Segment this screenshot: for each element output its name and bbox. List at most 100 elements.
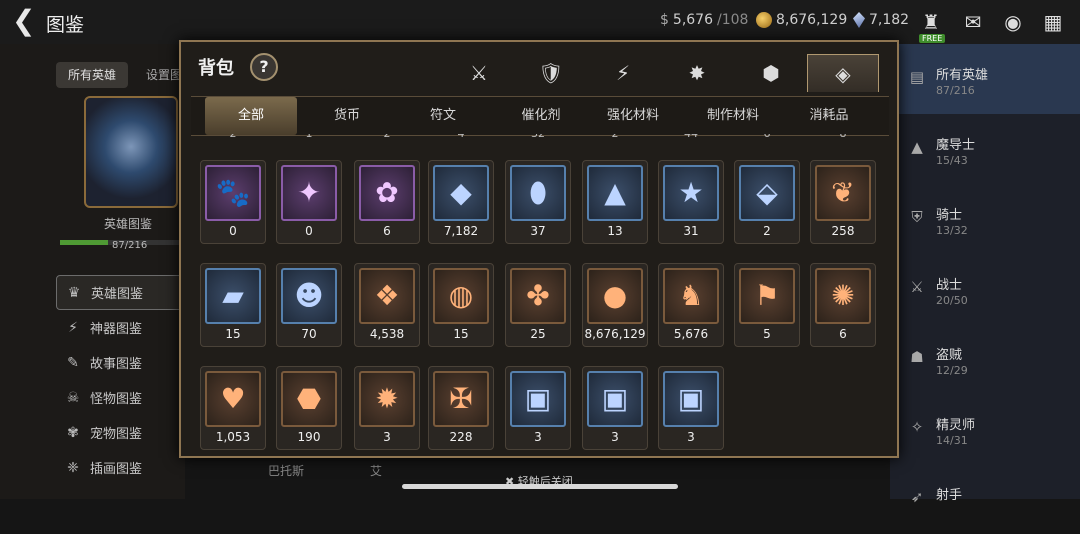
warrior-icon: ⚔ bbox=[910, 278, 924, 296]
inventory-item-knight-piece[interactable]: ♞ 5,676 bbox=[658, 263, 724, 347]
inventory-item-clover[interactable]: ✤ 25 bbox=[505, 263, 571, 347]
inventory-item-hex-emblem[interactable]: ⬣ 190 bbox=[276, 366, 342, 450]
left-menu-item[interactable]: ⚡ 神器图鉴 bbox=[56, 310, 186, 345]
help-button[interactable]: ? bbox=[250, 53, 278, 81]
gold-coin-icon-glyph: ● bbox=[602, 279, 628, 312]
modal-title: 背包 bbox=[198, 58, 234, 79]
left-menu-item[interactable]: ♛ 英雄图鉴 bbox=[56, 275, 186, 310]
inventory-item-fire-orb[interactable]: ✺ 6 bbox=[810, 263, 876, 347]
inventory-item-heart[interactable]: ♥ 1,053 bbox=[200, 366, 266, 450]
inventory-item-blue-chest[interactable]: ▣ 3 bbox=[582, 366, 648, 450]
inventory-item-summon-staff[interactable]: ✦ 0 bbox=[276, 160, 342, 244]
type-tab-dice[interactable]: ⬢ bbox=[735, 54, 807, 92]
category-tab[interactable]: 催化剂 bbox=[495, 97, 587, 135]
inventory-item-scroll[interactable]: ▰ 15 bbox=[200, 263, 266, 347]
pet-card-icon: 🐾 bbox=[205, 165, 261, 221]
scroll-icon: ▰ bbox=[205, 268, 261, 324]
inventory-item-red-stone[interactable]: ❖ 4,538 bbox=[354, 263, 420, 347]
equipment-icon: ⚔ bbox=[470, 61, 488, 85]
crystal-resource: 7,182 bbox=[853, 12, 909, 28]
category-tab[interactable]: 全部 bbox=[205, 97, 297, 135]
leaf-icon: ❦ bbox=[815, 165, 871, 221]
item-qty: 31 bbox=[683, 224, 699, 238]
class-item-all[interactable]: ▤ 所有英雄 87/216 bbox=[890, 44, 1080, 114]
type-tab-burst[interactable]: ✸ bbox=[661, 54, 733, 92]
item-qty: 2 bbox=[763, 224, 771, 238]
all-icon: ▤ bbox=[909, 68, 925, 86]
type-tab-armor[interactable]: 🛡 bbox=[515, 54, 587, 92]
red-ring-icon-glyph: ◍ bbox=[448, 279, 474, 312]
left-menu-item[interactable]: ✎ 故事图鉴 bbox=[56, 345, 186, 380]
class-count: 20/50 bbox=[936, 294, 968, 307]
thief-icon: ☗ bbox=[910, 348, 924, 366]
category-tab[interactable]: 消耗品 bbox=[783, 97, 875, 135]
peek-row: 2 1 2 4 32 2 44 6 8 bbox=[191, 134, 889, 142]
item-qty: 3 bbox=[611, 430, 619, 444]
item-qty: 258 bbox=[831, 224, 855, 238]
egg-icon: ⬮ bbox=[510, 165, 566, 221]
inventory-item-star-medal[interactable]: ★ 31 bbox=[658, 160, 724, 244]
inventory-item-egg[interactable]: ⬮ 37 bbox=[505, 160, 571, 244]
back-arrow-icon[interactable]: ❮ bbox=[12, 6, 35, 36]
class-item-spirit[interactable]: ✧ 精灵师 14/31 bbox=[890, 394, 1080, 464]
type-tab-bag[interactable]: ◈ bbox=[807, 54, 879, 92]
left-menu-label: 怪物图鉴 bbox=[90, 392, 143, 407]
knight-icon: ⛨ bbox=[911, 208, 923, 226]
category-tab[interactable]: 货币 bbox=[301, 97, 393, 135]
type-tab-lightning[interactable]: ⚡ bbox=[587, 54, 659, 92]
class-item-warrior[interactable]: ⚔ 战士 20/50 bbox=[890, 254, 1080, 324]
monster-icon: ☠ bbox=[66, 389, 80, 406]
class-item-mage[interactable]: ▲ 魔导士 15/43 bbox=[890, 114, 1080, 184]
inventory-item-red-ring[interactable]: ◍ 15 bbox=[428, 263, 494, 347]
story-icon: ✎ bbox=[67, 354, 79, 371]
category-tab[interactable]: 制作材料 bbox=[687, 97, 779, 135]
type-tab-equipment[interactable]: ⚔ bbox=[443, 54, 515, 92]
pet-card-icon-glyph: 🐾 bbox=[215, 176, 251, 209]
inventory-item-pink-crystal[interactable]: ▲ 13 bbox=[582, 160, 648, 244]
gold-emblem-icon: ✠ bbox=[433, 371, 489, 427]
tab-all-heroes[interactable]: 所有英雄 bbox=[56, 62, 128, 88]
dice-icon: ⬢ bbox=[762, 61, 780, 85]
category-tab[interactable]: 符文 bbox=[397, 97, 489, 135]
left-menu-item[interactable]: ❈ 插画图鉴 bbox=[56, 450, 186, 485]
blue-chest-icon-glyph: ▣ bbox=[601, 382, 629, 415]
item-qty: 6 bbox=[839, 327, 847, 341]
item-qty: 0 bbox=[305, 224, 313, 238]
peek-qty: 32 bbox=[505, 134, 571, 140]
inventory-item-red-badge[interactable]: ✹ 3 bbox=[354, 366, 420, 450]
class-item-thief[interactable]: ☗ 盗贼 12/29 bbox=[890, 324, 1080, 394]
hero-book-image[interactable] bbox=[84, 96, 178, 208]
green-crystal-icon: ⬙ bbox=[739, 165, 795, 221]
category-tab[interactable]: 强化材料 bbox=[587, 97, 679, 135]
inventory-item-gold-coin[interactable]: ● 8,676,129 bbox=[582, 263, 648, 347]
archer-icon: ➶ bbox=[910, 488, 924, 506]
item-qty: 3 bbox=[534, 430, 542, 444]
inventory-item-rune-charm[interactable]: ✿ 6 bbox=[354, 160, 420, 244]
book-label: 英雄图鉴 bbox=[104, 217, 153, 231]
class-item-archer[interactable]: ➶ 射手 bbox=[890, 464, 1080, 534]
item-grid[interactable]: 21243224468 🐾0✦0✿6◆7,182⬮37▲13★31⬙2❦258▰… bbox=[191, 134, 889, 454]
gold-value: 8,676,129 bbox=[776, 12, 848, 28]
lightning-icon: ⚡ bbox=[615, 61, 631, 85]
inventory-item-red-chest[interactable]: ▣ 3 bbox=[505, 366, 571, 450]
class-item-knight[interactable]: ⛨ 骑士 13/32 bbox=[890, 184, 1080, 254]
event-icon[interactable]: ♜ bbox=[918, 10, 944, 34]
inventory-item-green-crystal[interactable]: ⬙ 2 bbox=[734, 160, 800, 244]
inventory-item-pet-card[interactable]: 🐾 0 bbox=[200, 160, 266, 244]
inventory-item-pet-ticket[interactable]: ☻ 70 bbox=[276, 263, 342, 347]
inventory-item-crystal[interactable]: ◆ 7,182 bbox=[428, 160, 494, 244]
chat-icon[interactable]: ◉ bbox=[1000, 10, 1026, 34]
inventory-item-banner[interactable]: ⚑ 5 bbox=[734, 263, 800, 347]
leaf-icon-glyph: ❦ bbox=[831, 176, 855, 209]
banner-icon-glyph: ⚑ bbox=[754, 279, 780, 312]
artifact-icon: ⚡ bbox=[68, 319, 78, 336]
inventory-item-green-chest[interactable]: ▣ 3 bbox=[658, 366, 724, 450]
left-menu-item[interactable]: ✾ 宠物图鉴 bbox=[56, 415, 186, 450]
inventory-item-leaf[interactable]: ❦ 258 bbox=[810, 160, 876, 244]
inventory-item-gold-emblem[interactable]: ✠ 228 bbox=[428, 366, 494, 450]
home-indicator[interactable] bbox=[402, 484, 678, 489]
left-menu-item[interactable]: ☠ 怪物图鉴 bbox=[56, 380, 186, 415]
menu-grid-icon[interactable]: ▦ bbox=[1040, 10, 1066, 34]
item-qty: 8,676,129 bbox=[584, 327, 646, 341]
mail-icon[interactable]: ✉ bbox=[960, 10, 986, 34]
